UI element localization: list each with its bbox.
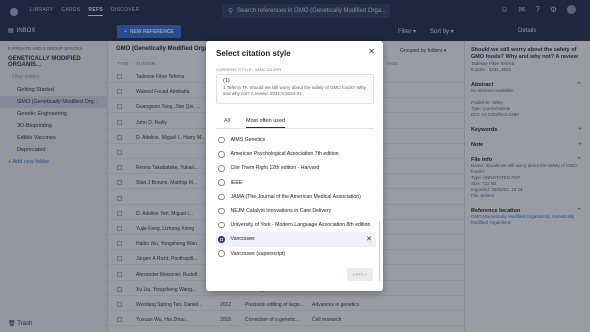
style-label: JAMA (The Journal of the American Medica… — [230, 193, 361, 200]
tab-all[interactable]: All — [224, 118, 230, 124]
apply-button[interactable]: APPLY — [347, 268, 373, 281]
current-style-label: CURRENT STYLE: VANCOUVER — [216, 67, 282, 72]
style-option[interactable]: American Psychological Association 7th e… — [216, 147, 376, 161]
style-list-scrollbar[interactable] — [378, 221, 380, 281]
style-label: IEEE — [230, 179, 243, 186]
clear-selection-icon[interactable]: ✕ — [366, 235, 372, 243]
style-list: AIMS Genetics American Psychological Asso… — [216, 133, 376, 261]
style-tabs: All Most often used — [216, 115, 374, 129]
style-option[interactable]: University of York - Modern Language Ass… — [216, 218, 376, 232]
style-radio[interactable] — [218, 207, 225, 215]
style-option[interactable]: AIMS Genetics — [216, 133, 376, 147]
style-radio[interactable] — [218, 165, 225, 172]
dialog-title: Select citation style — [216, 49, 291, 58]
style-option[interactable]: NEJM Catalyst Innovations in Care Delive… — [216, 204, 376, 218]
citation-preview: (1) 1.Teferra TF. Should we still worry … — [216, 74, 374, 104]
citation-style-dialog: Select citation style ✕ CURRENT STYLE: V… — [206, 41, 383, 291]
style-label: NEJM Catalyst Innovations in Care Delive… — [230, 208, 332, 215]
style-option[interactable]: Vancouver (superscript) — [216, 247, 376, 261]
style-option[interactable]: Vancouver ✕ — [216, 232, 376, 247]
tab-most-often-used[interactable]: Most often used — [246, 118, 286, 128]
style-radio[interactable] — [218, 221, 225, 229]
style-radio[interactable] — [218, 193, 225, 201]
style-radio[interactable] — [218, 236, 225, 243]
style-radio[interactable] — [218, 151, 225, 158]
style-radio[interactable] — [218, 250, 225, 257]
style-label: American Psychological Association 7th e… — [230, 151, 339, 158]
preview-text: 1.Teferra TF. Should we still worry abou… — [223, 85, 366, 96]
style-label: AIMS Genetics — [230, 137, 266, 144]
style-label: Vancouver — [230, 236, 255, 243]
close-icon[interactable]: ✕ — [368, 47, 375, 56]
style-radio[interactable] — [218, 136, 225, 144]
preview-number: (1) — [223, 78, 230, 84]
style-radio[interactable] — [218, 179, 225, 186]
style-label: Vancouver (superscript) — [230, 250, 286, 257]
style-label: Cite Them Right 12th edition - Harvard — [230, 165, 320, 172]
style-option[interactable]: Cite Them Right 12th edition - Harvard — [216, 161, 376, 175]
style-label: University of York - Modern Language Ass… — [230, 222, 371, 229]
style-option[interactable]: IEEE — [216, 176, 376, 190]
style-option[interactable]: JAMA (The Journal of the American Medica… — [216, 190, 376, 204]
